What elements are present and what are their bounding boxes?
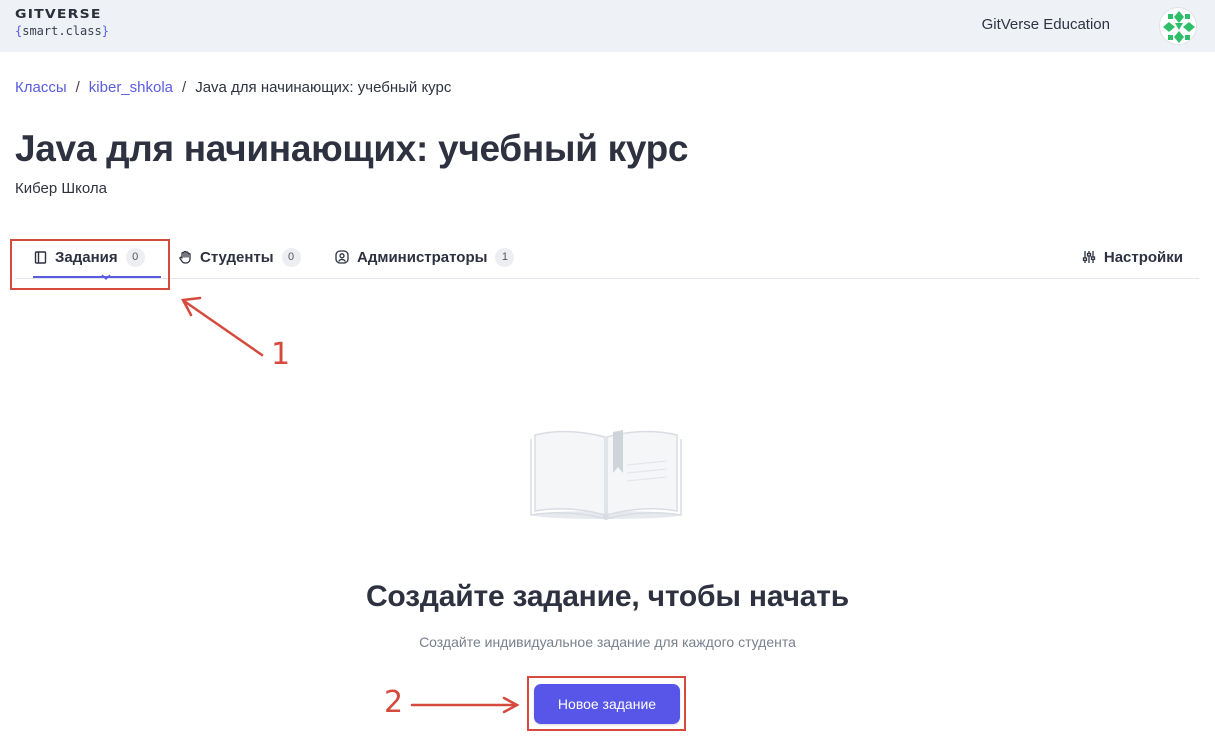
breadcrumb: Классы / kiber_shkola / Java для начинаю… (15, 79, 451, 96)
logo-subtitle-text: smart.class (22, 24, 102, 38)
tab-students-label: Студенты (200, 248, 274, 266)
gitverse-education-link[interactable]: GitVerse Education (982, 16, 1110, 33)
tab-administrators[interactable]: Администраторы 1 (335, 236, 515, 278)
tab-students[interactable]: Студенты 0 (178, 236, 301, 278)
annotation-marker-1: 1 (271, 337, 291, 372)
tab-settings-label: Настройки (1103, 248, 1183, 266)
breadcrumb-separator: / (182, 79, 187, 96)
tab-administrators-label: Администраторы (357, 248, 488, 266)
avatar-identicon-icon (1163, 11, 1195, 43)
breadcrumb-classes-link[interactable]: Классы (15, 79, 67, 96)
page-subtitle: Кибер Школа (15, 180, 107, 197)
breadcrumb-current: Java для начинающих: учебный курс (195, 79, 452, 96)
logo-brace-close: } (101, 24, 109, 38)
sliders-icon (1082, 250, 1096, 264)
annotation-arrow-1 (181, 296, 264, 357)
tab-students-count: 0 (281, 247, 301, 267)
empty-state-description: Создайте индивидуальное задание для кажд… (419, 634, 796, 650)
top-bar: GITVERSE {smart.class} GitVerse Educatio… (0, 0, 1215, 52)
open-book-illustration-icon (530, 430, 682, 520)
logo-subtitle: {smart.class} (15, 24, 109, 38)
gitverse-logo[interactable]: GITVERSE {smart.class} (15, 7, 109, 38)
tab-administrators-count: 1 (495, 247, 515, 267)
page-title: Java для начинающих: учебный курс (15, 128, 689, 169)
new-assignment-button[interactable]: Новое задание (534, 684, 680, 724)
hand-icon (178, 250, 192, 264)
breadcrumb-school-link[interactable]: kiber_shkola (89, 79, 173, 96)
tab-bar: Задания 0 Студенты 0 Администраторы 1 На… (15, 236, 1199, 281)
annotation-highlight-box (10, 239, 170, 290)
tab-settings[interactable]: Настройки (1082, 236, 1183, 278)
annotation-arrow-2 (410, 696, 520, 714)
breadcrumb-separator: / (75, 79, 80, 96)
empty-state-title: Создайте задание, чтобы начать (365, 580, 850, 613)
logo-wordmark: GITVERSE (15, 7, 102, 22)
annotation-marker-2: 2 (384, 685, 404, 720)
user-circle-icon (335, 250, 349, 264)
avatar[interactable] (1159, 7, 1197, 45)
